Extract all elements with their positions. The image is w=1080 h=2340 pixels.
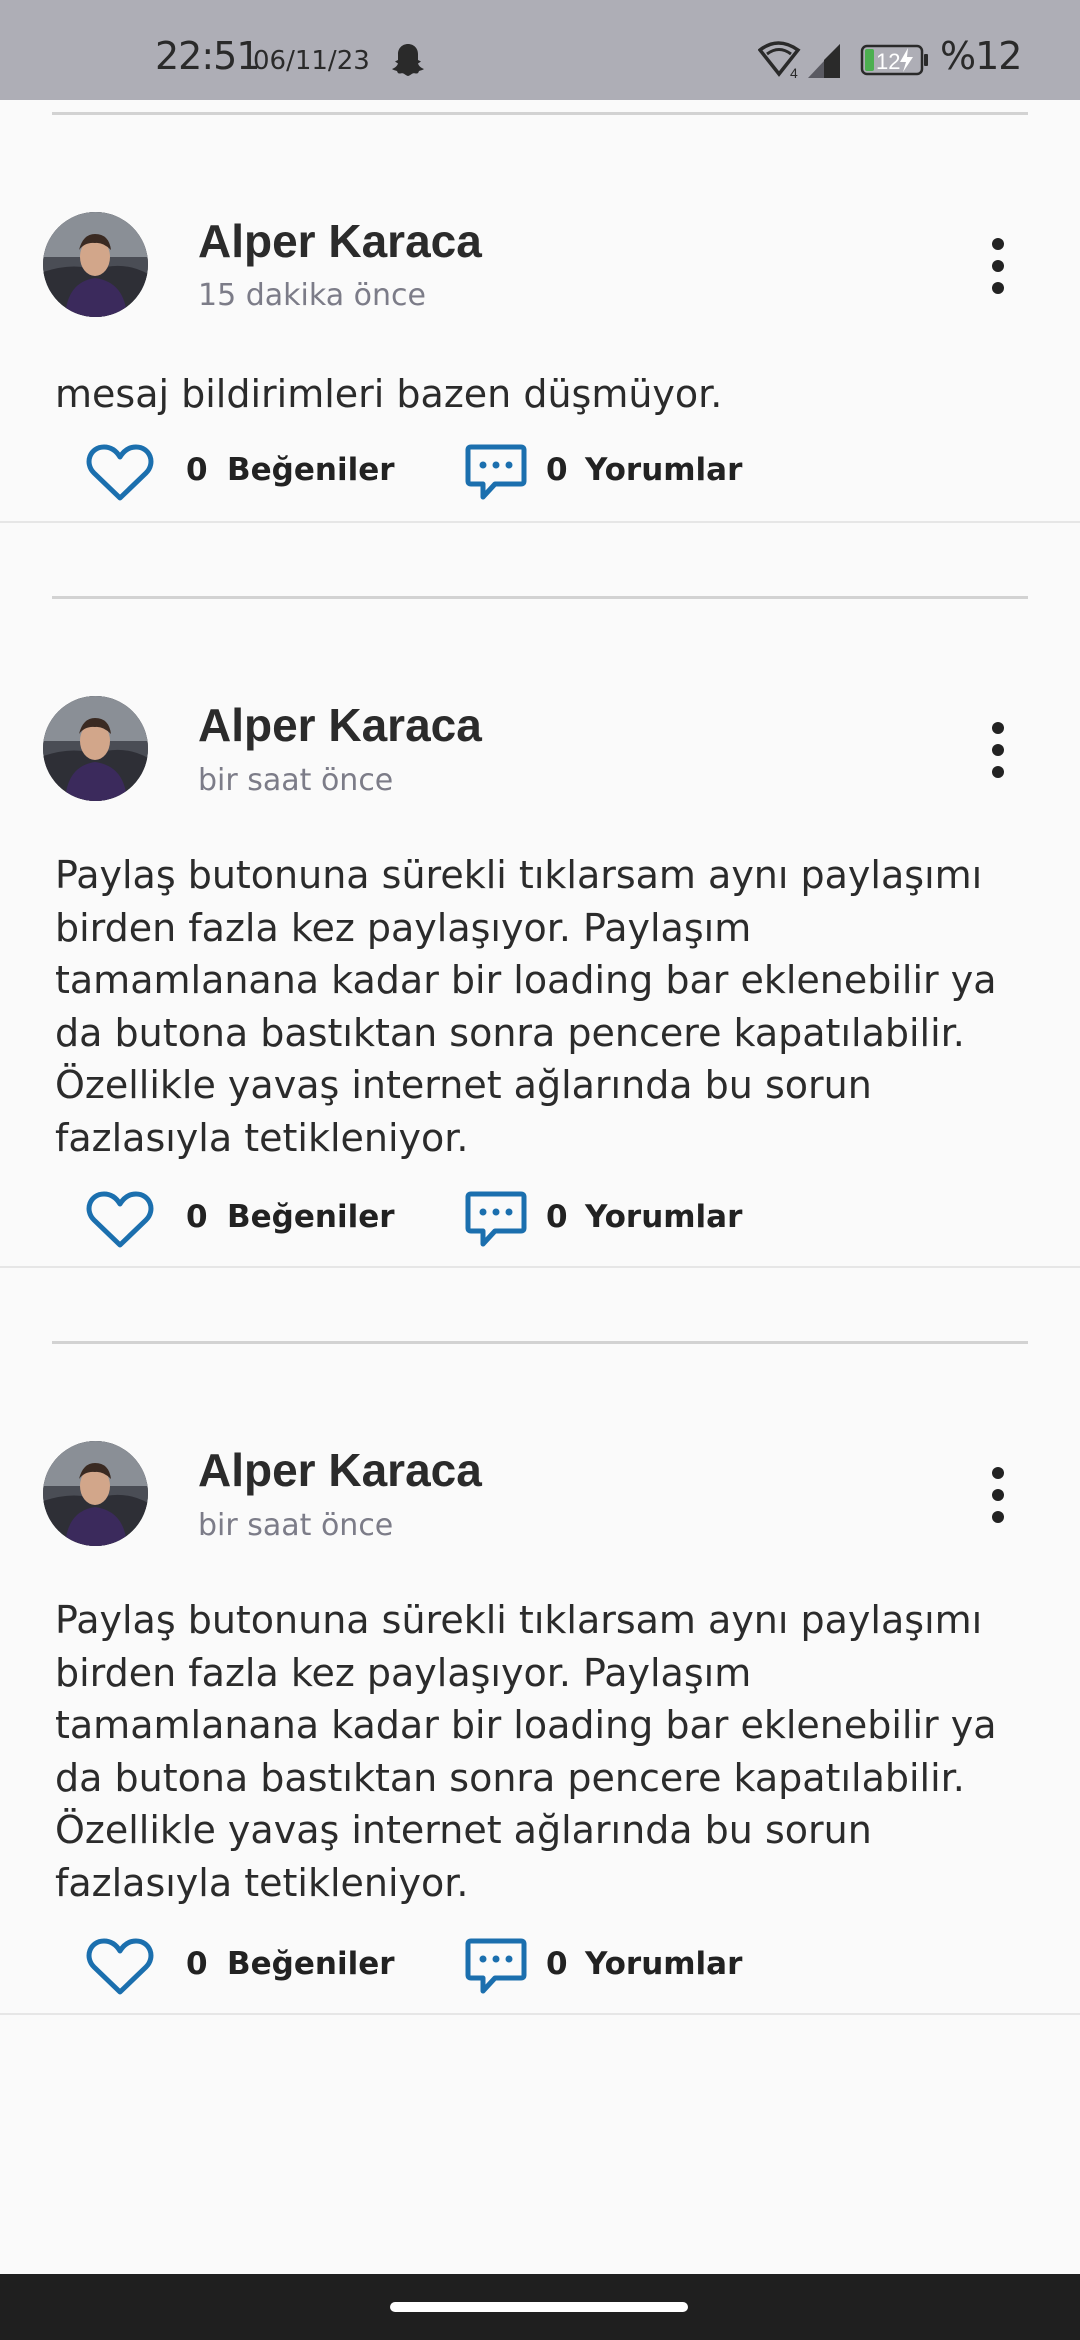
post-feed: Alper Karaca 15 dakika önce mesaj bildir… [0, 100, 1080, 2015]
post-divider [52, 596, 1028, 599]
avatar[interactable] [43, 1441, 148, 1546]
home-gesture-handle[interactable] [390, 2302, 688, 2312]
post-time: bir saat önce [198, 1508, 394, 1543]
post-time: bir saat önce [198, 763, 394, 798]
post-author[interactable]: Alper Karaca [198, 698, 482, 752]
comment-icon[interactable] [465, 1190, 527, 1250]
more-options-icon[interactable] [982, 720, 1014, 780]
comment-button[interactable]: Yorumlar [585, 452, 742, 488]
status-date: 06/11/23 [253, 46, 370, 76]
avatar-image [43, 696, 148, 801]
like-count: 0 [186, 1946, 208, 1982]
post-body: Paylaş butonuna sürekli tıklarsam aynı p… [55, 1598, 997, 1905]
status-bar: 22:51 06/11/23 4 12 %12 [0, 0, 1080, 100]
avatar-image [43, 212, 148, 317]
post-divider [52, 1341, 1028, 1344]
wifi-icon: 4 [758, 41, 801, 80]
comment-count: 0 [546, 1199, 568, 1235]
post-card: Alper Karaca bir saat önce Paylaş butonu… [0, 1268, 1080, 2015]
like-button[interactable]: Beğeniler [227, 1199, 395, 1235]
snapchat-icon [392, 44, 424, 76]
svg-text:4: 4 [790, 65, 798, 80]
avatar[interactable] [43, 212, 148, 317]
battery-charging-icon: 12 [860, 44, 928, 76]
heart-icon[interactable] [86, 1190, 154, 1250]
system-nav-bar [0, 2274, 1080, 2340]
more-options-icon[interactable] [982, 236, 1014, 296]
post-author[interactable]: Alper Karaca [198, 1443, 482, 1497]
comment-count: 0 [546, 1946, 568, 1982]
post-card: Alper Karaca 15 dakika önce mesaj bildir… [0, 100, 1080, 523]
post-body: mesaj bildirimleri bazen düşmüyor. [55, 372, 723, 416]
comment-icon[interactable] [465, 443, 527, 503]
post-divider [52, 112, 1028, 115]
post-actions: 0 Beğeniler 0 Yorumlar [0, 438, 1080, 508]
battery-percent: %12 [940, 34, 1022, 78]
more-options-icon[interactable] [982, 1465, 1014, 1525]
like-button[interactable]: Beğeniler [227, 1946, 395, 1982]
like-count: 0 [186, 452, 208, 488]
signal-icon [808, 44, 840, 78]
post-actions: 0 Beğeniler 0 Yorumlar [0, 1185, 1080, 1255]
like-count: 0 [186, 1199, 208, 1235]
heart-icon[interactable] [86, 1937, 154, 1997]
status-time: 22:51 [155, 34, 261, 78]
comment-button[interactable]: Yorumlar [585, 1199, 742, 1235]
comment-button[interactable]: Yorumlar [585, 1946, 742, 1982]
post-body: Paylaş butonuna sürekli tıklarsam aynı p… [55, 853, 997, 1160]
post-author[interactable]: Alper Karaca [198, 214, 482, 268]
like-button[interactable]: Beğeniler [227, 452, 395, 488]
comment-icon[interactable] [465, 1937, 527, 1997]
avatar[interactable] [43, 696, 148, 801]
post-time: 15 dakika önce [198, 278, 426, 313]
comment-count: 0 [546, 452, 568, 488]
post-card: Alper Karaca bir saat önce Paylaş butonu… [0, 523, 1080, 1268]
post-actions: 0 Beğeniler 0 Yorumlar [0, 1932, 1080, 2002]
battery-level: 12 [876, 49, 900, 74]
avatar-image [43, 1441, 148, 1546]
heart-icon[interactable] [86, 443, 154, 503]
